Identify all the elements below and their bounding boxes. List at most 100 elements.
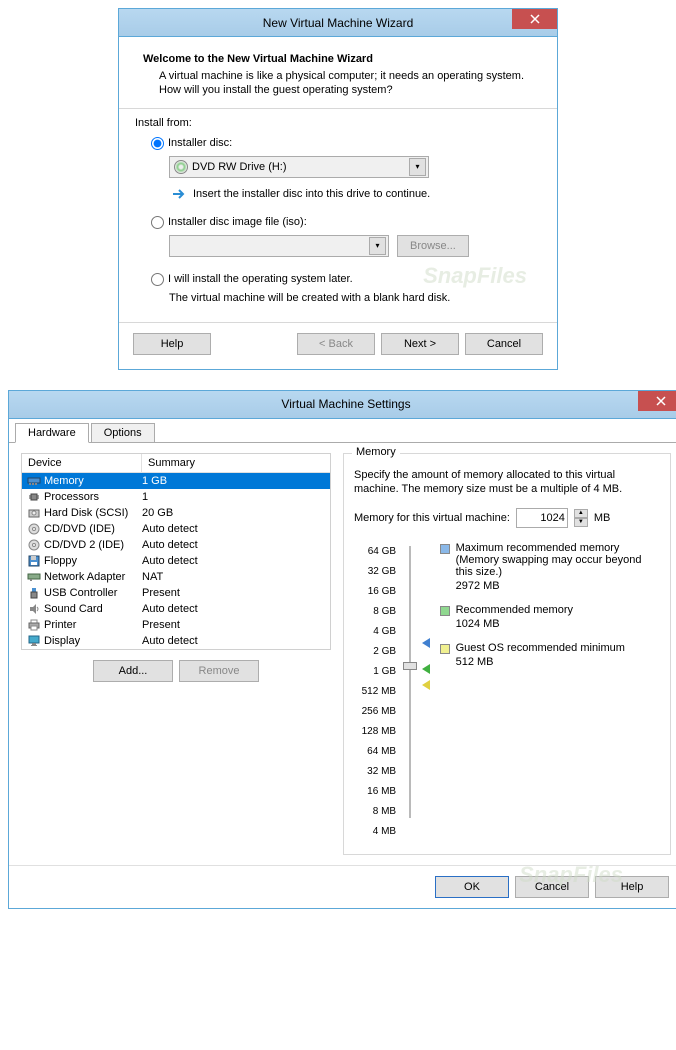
divider [119, 108, 557, 109]
device-name: CD/DVD 2 (IDE) [44, 539, 124, 551]
device-name: Sound Card [44, 603, 103, 615]
device-row[interactable]: CD/DVD (IDE)Auto detect [22, 521, 330, 537]
slider-thumb[interactable] [403, 662, 417, 670]
radio-iso-input[interactable] [151, 216, 164, 229]
chevron-down-icon[interactable]: ▾ [409, 158, 426, 176]
device-row[interactable]: Sound Card Auto detect [22, 601, 330, 617]
slider-tick: 16 MB [354, 782, 396, 802]
marker-min [422, 680, 430, 693]
device-summary: 20 GB [142, 507, 328, 519]
ok-button[interactable]: OK [435, 876, 509, 898]
slider-tick: 64 GB [354, 542, 396, 562]
tab-options[interactable]: Options [91, 423, 155, 442]
legend-min: Guest OS recommended minimum [456, 642, 625, 654]
next-button[interactable]: Next > [381, 333, 459, 355]
device-row[interactable]: Display Auto detect [22, 633, 330, 649]
titlebar[interactable]: New Virtual Machine Wizard [119, 9, 557, 37]
device-summary: Auto detect [142, 635, 328, 647]
device-name: Display [44, 635, 80, 647]
radio-disc-input[interactable] [151, 137, 164, 150]
groupbox-title: Memory [352, 446, 400, 458]
slider-tick-labels: 64 GB32 GB16 GB8 GB4 GB2 GB1 GB512 MB256… [354, 542, 396, 842]
memory-value-input[interactable] [516, 508, 568, 528]
square-green-icon [440, 606, 450, 616]
radio-later[interactable]: I will install the operating system late… [151, 273, 543, 286]
col-summary[interactable]: Summary [142, 454, 330, 472]
device-summary: Auto detect [142, 555, 328, 567]
memory-unit: MB [594, 512, 611, 524]
slider-tick: 512 MB [354, 682, 396, 702]
slider-tick: 1 GB [354, 662, 396, 682]
browse-button[interactable]: Browse... [397, 235, 469, 257]
spin-up[interactable]: ▲ [574, 509, 588, 518]
device-row[interactable]: Floppy Auto detect [22, 553, 330, 569]
divider [119, 322, 557, 323]
help-button[interactable]: Help [133, 333, 211, 355]
slider-tick: 64 MB [354, 742, 396, 762]
memory-spinner[interactable]: ▲ ▼ [574, 509, 588, 527]
device-summary: Present [142, 587, 328, 599]
device-row[interactable]: PrinterPresent [22, 617, 330, 633]
device-row[interactable]: Memory1 GB [22, 473, 330, 489]
cpu-icon [27, 491, 41, 503]
vm-settings-window: Virtual Machine Settings Hardware Option… [8, 390, 676, 910]
memory-slider[interactable] [400, 542, 418, 822]
close-button[interactable] [512, 9, 557, 29]
sound-icon [27, 603, 41, 615]
memory-groupbox: Memory Specify the amount of memory allo… [343, 453, 671, 856]
install-from-label: Install from: [135, 117, 543, 129]
tab-hardware[interactable]: Hardware [15, 423, 89, 443]
back-button[interactable]: < Back [297, 333, 375, 355]
device-row[interactable]: Processors1 [22, 489, 330, 505]
slider-tick: 2 GB [354, 642, 396, 662]
radio-later-label: I will install the operating system late… [168, 273, 353, 285]
device-summary: Present [142, 619, 328, 631]
titlebar[interactable]: Virtual Machine Settings [9, 391, 676, 419]
later-note: The virtual machine will be created with… [169, 292, 543, 304]
device-name: Floppy [44, 555, 77, 567]
slider-tick: 8 MB [354, 802, 396, 822]
device-summary: Auto detect [142, 539, 328, 551]
radio-iso-label: Installer disc image file (iso): [168, 216, 307, 228]
device-name: Hard Disk (SCSI) [44, 507, 128, 519]
welcome-heading: Welcome to the New Virtual Machine Wizar… [143, 53, 543, 65]
col-device[interactable]: Device [22, 454, 142, 472]
legend-rec: Recommended memory [456, 604, 573, 616]
tab-strip: Hardware Options [9, 419, 676, 443]
device-row[interactable]: USB ControllerPresent [22, 585, 330, 601]
radio-iso[interactable]: Installer disc image file (iso): [151, 216, 543, 229]
remove-button[interactable]: Remove [179, 660, 259, 682]
device-summary: Auto detect [142, 603, 328, 615]
iso-path-input[interactable]: ▾ [169, 235, 389, 257]
square-yellow-icon [440, 644, 450, 654]
device-row[interactable]: Network AdapterNAT [22, 569, 330, 585]
device-table: Device Summary Memory1 GBProcessors1Hard… [21, 453, 331, 650]
display-icon [27, 635, 41, 647]
device-summary: 1 GB [142, 475, 328, 487]
cancel-button[interactable]: Cancel [465, 333, 543, 355]
close-icon [530, 14, 540, 24]
memory-icon [27, 475, 41, 487]
slider-tick: 32 GB [354, 562, 396, 582]
add-button[interactable]: Add... [93, 660, 173, 682]
spin-down[interactable]: ▼ [574, 518, 588, 527]
device-summary: NAT [142, 571, 328, 583]
marker-rec [422, 664, 430, 677]
usb-icon [27, 587, 41, 599]
hint-text: Insert the installer disc into this driv… [193, 188, 430, 200]
memory-input-label: Memory for this virtual machine: [354, 512, 510, 524]
legend-max-sub: (Memory swapping may occur beyond this s… [456, 554, 660, 578]
square-blue-icon [440, 544, 450, 554]
legend-max-val: 2972 MB [456, 580, 660, 592]
chevron-down-icon[interactable]: ▾ [369, 237, 386, 255]
radio-installer-disc[interactable]: Installer disc: [151, 137, 543, 150]
help-button[interactable]: Help [595, 876, 669, 898]
drive-select[interactable]: DVD RW Drive (H:) ▾ [169, 156, 429, 178]
drive-value: DVD RW Drive (H:) [192, 161, 287, 173]
radio-later-input[interactable] [151, 273, 164, 286]
welcome-description: A virtual machine is like a physical com… [159, 69, 543, 98]
cancel-button[interactable]: Cancel [515, 876, 589, 898]
device-row[interactable]: Hard Disk (SCSI) 20 GB [22, 505, 330, 521]
close-button[interactable] [638, 391, 676, 411]
device-row[interactable]: CD/DVD 2 (IDE) Auto detect [22, 537, 330, 553]
